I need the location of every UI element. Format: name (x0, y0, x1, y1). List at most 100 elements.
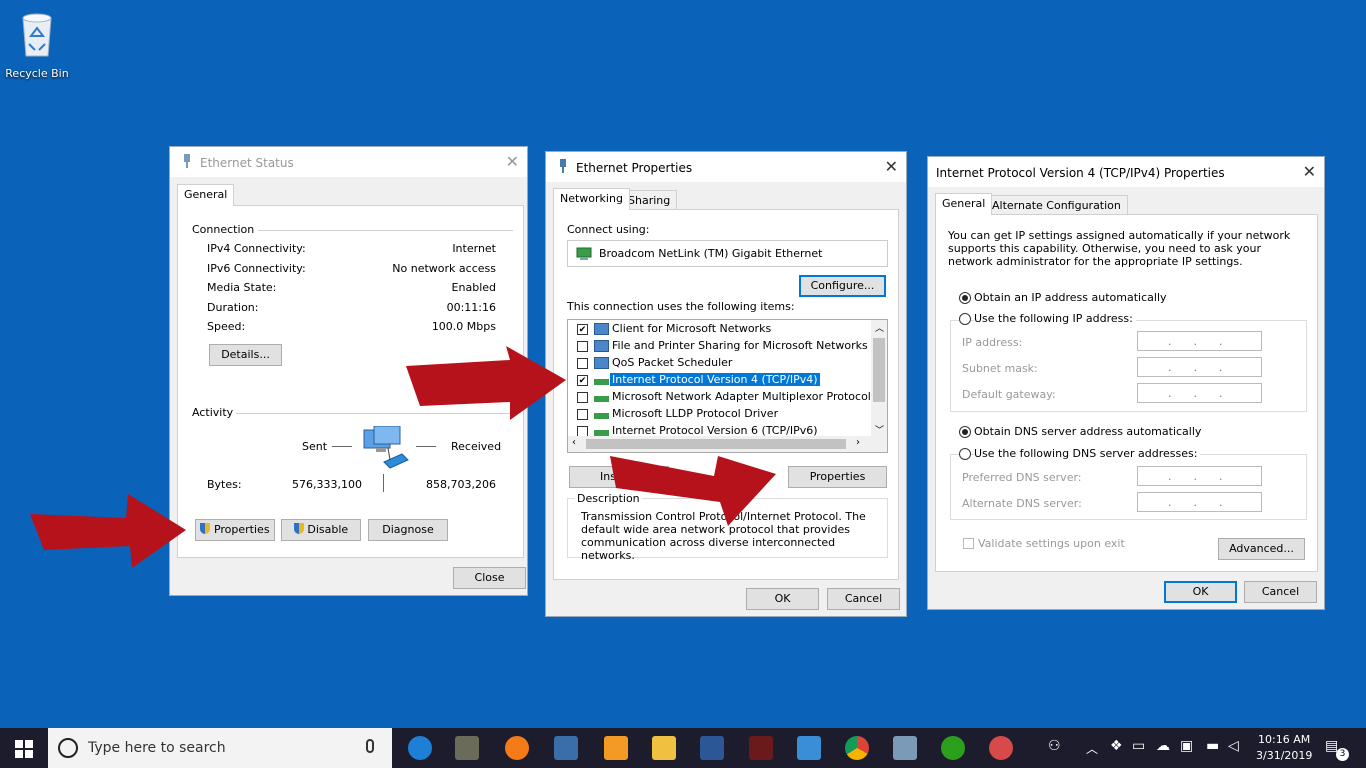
tab-alternate-configuration[interactable]: Alternate Configuration (985, 195, 1128, 215)
monitor-icon[interactable]: ▣ (1180, 738, 1193, 754)
close-button[interactable]: Close (453, 567, 526, 589)
clock-time[interactable]: 10:16 AM (1258, 733, 1310, 746)
diagnose-button[interactable]: Diagnose (368, 519, 448, 541)
details-button[interactable]: Details... (209, 344, 282, 366)
ip-address-field[interactable]: ... (1137, 331, 1262, 351)
sublime-icon[interactable] (604, 736, 628, 760)
list-item[interactable]: File and Printer Sharing for Microsoft N… (574, 338, 868, 355)
chevron-up-icon[interactable]: ︿ (1086, 740, 1098, 757)
alternate-dns-label: Alternate DNS server: (962, 497, 1082, 510)
item-checkbox[interactable] (577, 341, 588, 352)
use-following-dns-radio[interactable] (959, 448, 971, 460)
search-box[interactable]: Type here to search (48, 728, 392, 768)
recycle-bin-shortcut[interactable]: Recycle Bin (4, 8, 70, 80)
ipv4-properties-window: Internet Protocol Version 4 (TCP/IPv4) P… (927, 156, 1325, 610)
edge-icon[interactable] (408, 736, 432, 760)
scroll-thumb[interactable] (873, 338, 885, 402)
list-item[interactable]: Microsoft Network Adapter Multiplexor Pr… (574, 389, 871, 406)
intro-text: You can get IP settings assigned automat… (948, 229, 1291, 268)
title-bar: Internet Protocol Version 4 (TCP/IPv4) P… (928, 157, 1324, 187)
app-icon[interactable] (989, 736, 1013, 760)
item-checkbox[interactable]: ✔ (577, 375, 588, 386)
battery-icon[interactable]: ▬ (1206, 738, 1219, 754)
tab-general[interactable]: General (177, 184, 235, 206)
vertical-scrollbar[interactable]: ︿ ﹀ (871, 320, 887, 438)
microphone-icon[interactable] (366, 739, 374, 753)
search-placeholder: Type here to search (88, 740, 226, 756)
properties-button[interactable]: Properties (788, 466, 887, 488)
item-label: Microsoft Network Adapter Multiplexor Pr… (612, 390, 871, 403)
file-explorer-icon[interactable] (652, 736, 676, 760)
ipv6-label: IPv6 Connectivity: (207, 262, 306, 275)
item-checkbox[interactable] (577, 409, 588, 420)
item-checkbox[interactable] (577, 392, 588, 403)
list-item[interactable]: ✔ Client for Microsoft Networks (574, 321, 864, 338)
properties-button-label: Properties (213, 523, 270, 536)
close-icon[interactable]: ✕ (885, 157, 898, 176)
word-icon[interactable] (700, 736, 724, 760)
alternate-dns-field[interactable]: ... (1137, 492, 1262, 512)
network-service-icon (594, 357, 609, 369)
list-item[interactable]: QoS Packet Scheduler (574, 355, 864, 372)
subnet-mask-label: Subnet mask: (962, 362, 1038, 375)
cancel-button[interactable]: Cancel (1244, 581, 1317, 603)
cancel-button[interactable]: Cancel (827, 588, 900, 610)
tab-networking[interactable]: Networking (553, 188, 630, 210)
bytes-divider (383, 474, 384, 492)
close-icon[interactable]: ✕ (1303, 162, 1316, 181)
firefox-icon[interactable] (505, 736, 529, 760)
preferred-dns-field[interactable]: ... (1137, 466, 1262, 486)
tab-general[interactable]: General (935, 193, 993, 215)
ok-button[interactable]: OK (1164, 581, 1237, 603)
use-following-ip-radio[interactable] (959, 313, 971, 325)
scroll-down-icon[interactable]: ﹀ (875, 423, 884, 436)
validate-checkbox[interactable] (963, 538, 974, 549)
network-cable-icon (184, 154, 190, 168)
ok-button[interactable]: OK (746, 588, 819, 610)
obtain-ip-auto-radio[interactable] (959, 292, 971, 304)
item-label: Internet Protocol Version 4 (TCP/IPv4) (610, 373, 820, 386)
shield-icon (293, 523, 304, 534)
items-list[interactable]: ✔ Client for Microsoft Networks File and… (567, 319, 888, 453)
ip-field-dots: ... (1168, 361, 1245, 374)
item-checkbox[interactable]: ✔ (577, 324, 588, 335)
scroll-left-icon[interactable]: ‹ (572, 437, 576, 448)
media-state-value: Enabled (451, 281, 496, 294)
default-gateway-field[interactable]: ... (1137, 383, 1262, 403)
app-icon[interactable] (893, 736, 917, 760)
quickbooks-icon[interactable] (941, 736, 965, 760)
properties-button[interactable]: Properties (195, 519, 275, 541)
network-app-icon[interactable] (554, 736, 578, 760)
advanced-button[interactable]: Advanced... (1218, 538, 1305, 560)
divider (258, 230, 513, 231)
configure-button[interactable]: Configure... (799, 275, 886, 297)
item-label: QoS Packet Scheduler (612, 356, 733, 369)
protocol-icon (594, 396, 609, 402)
clock-date[interactable]: 3/31/2019 (1256, 749, 1312, 762)
volume-icon[interactable]: ◁ (1228, 738, 1239, 754)
scroll-right-icon[interactable]: › (856, 437, 860, 448)
disable-button[interactable]: Disable (281, 519, 361, 541)
window-title: Ethernet Properties (576, 161, 693, 175)
people-icon[interactable]: ⚇ (1048, 738, 1061, 754)
network-computers-icon (363, 426, 409, 469)
app-icon[interactable] (455, 736, 479, 760)
dropbox-icon[interactable]: ❖ (1110, 738, 1123, 754)
cloud-icon[interactable]: ☁ (1156, 738, 1170, 754)
item-label: Client for Microsoft Networks (612, 322, 772, 335)
close-icon[interactable]: ✕ (506, 152, 519, 171)
windows-start-icon[interactable] (15, 740, 33, 758)
app-icon[interactable] (797, 736, 821, 760)
sent-label: Sent (302, 440, 328, 453)
scroll-up-icon[interactable]: ︿ (875, 321, 884, 334)
app-icon[interactable] (749, 736, 773, 760)
obtain-dns-auto-radio[interactable] (959, 426, 971, 438)
network-cable-icon (560, 159, 566, 173)
item-checkbox[interactable] (577, 358, 588, 369)
network-icon[interactable]: ▭ (1132, 738, 1145, 754)
list-item[interactable]: Microsoft LLDP Protocol Driver (574, 406, 864, 423)
list-item[interactable]: ✔ Internet Protocol Version 4 (TCP/IPv4) (574, 372, 864, 389)
subnet-mask-field[interactable]: ... (1137, 357, 1262, 377)
chrome-icon[interactable] (845, 736, 869, 760)
items-label: This connection uses the following items… (567, 300, 795, 313)
